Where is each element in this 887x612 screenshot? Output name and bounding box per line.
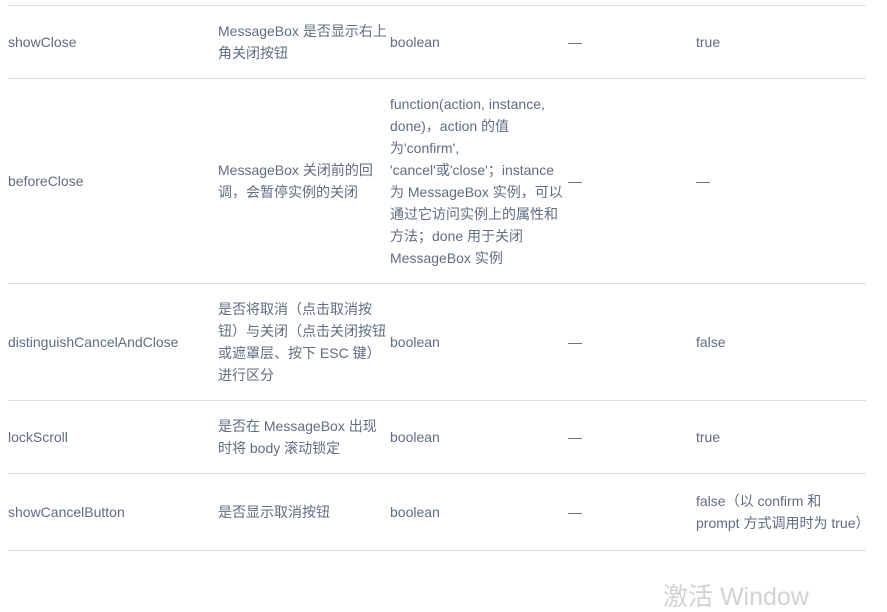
table-row: beforeClose MessageBox 关闭前的回调，会暂停实例的关闭 f… — [8, 78, 866, 284]
cell-parameter-name: showCancelButton — [8, 504, 125, 520]
table-body: showClose MessageBox 是否显示右上角关闭按钮 boolean… — [8, 5, 870, 551]
cell-type: boolean — [390, 334, 440, 350]
cell-type: boolean — [390, 504, 440, 520]
cell-parameter-name: showClose — [8, 34, 77, 50]
table-row: lockScroll 是否在 MessageBox 出现时将 body 滚动锁定… — [8, 400, 866, 474]
windows-activation-watermark: 激活 Window — [663, 582, 887, 612]
cell-accepted-values: — — [568, 334, 582, 350]
watermark-line-primary: 激活 Window — [663, 583, 809, 611]
messagebox-options-table: showClose MessageBox 是否显示右上角关闭按钮 boolean… — [8, 5, 870, 551]
cell-parameter-name: distinguishCancelAndClose — [8, 334, 179, 350]
cell-description: 是否显示取消按钮 — [218, 504, 330, 520]
cell-parameter-name: beforeClose — [8, 173, 84, 189]
cell-default-value: false（以 confirm 和 prompt 方式调用时为 true） — [696, 493, 870, 531]
documentation-page: showClose MessageBox 是否显示右上角关闭按钮 boolean… — [0, 0, 887, 612]
cell-description: MessageBox 是否显示右上角关闭按钮 — [218, 23, 387, 61]
cell-type: boolean — [390, 429, 440, 445]
cell-accepted-values: — — [568, 173, 582, 189]
cell-accepted-values: — — [568, 504, 582, 520]
cell-default-value: — — [696, 173, 710, 189]
cell-type: boolean — [390, 34, 440, 50]
cell-description: 是否在 MessageBox 出现时将 body 滚动锁定 — [218, 418, 377, 456]
cell-type: function(action, instance, done)，action … — [390, 96, 563, 266]
cell-description: MessageBox 关闭前的回调，会暂停实例的关闭 — [218, 162, 373, 200]
cell-default-value: true — [696, 429, 721, 445]
table-row: showClose MessageBox 是否显示右上角关闭按钮 boolean… — [8, 5, 866, 79]
cell-default-value: false — [696, 334, 726, 350]
cell-description: 是否将取消（点击取消按钮）与关闭（点击关闭按钮或遮罩层、按下 ESC 键）进行区… — [218, 301, 386, 383]
table-row: showCancelButton 是否显示取消按钮 boolean — fals… — [8, 473, 870, 551]
cell-accepted-values: — — [568, 34, 582, 50]
cell-default-value: true — [696, 34, 721, 50]
cell-parameter-name: lockScroll — [8, 429, 68, 445]
cell-accepted-values: — — [568, 429, 582, 445]
table-row: distinguishCancelAndClose 是否将取消（点击取消按钮）与… — [8, 283, 866, 401]
